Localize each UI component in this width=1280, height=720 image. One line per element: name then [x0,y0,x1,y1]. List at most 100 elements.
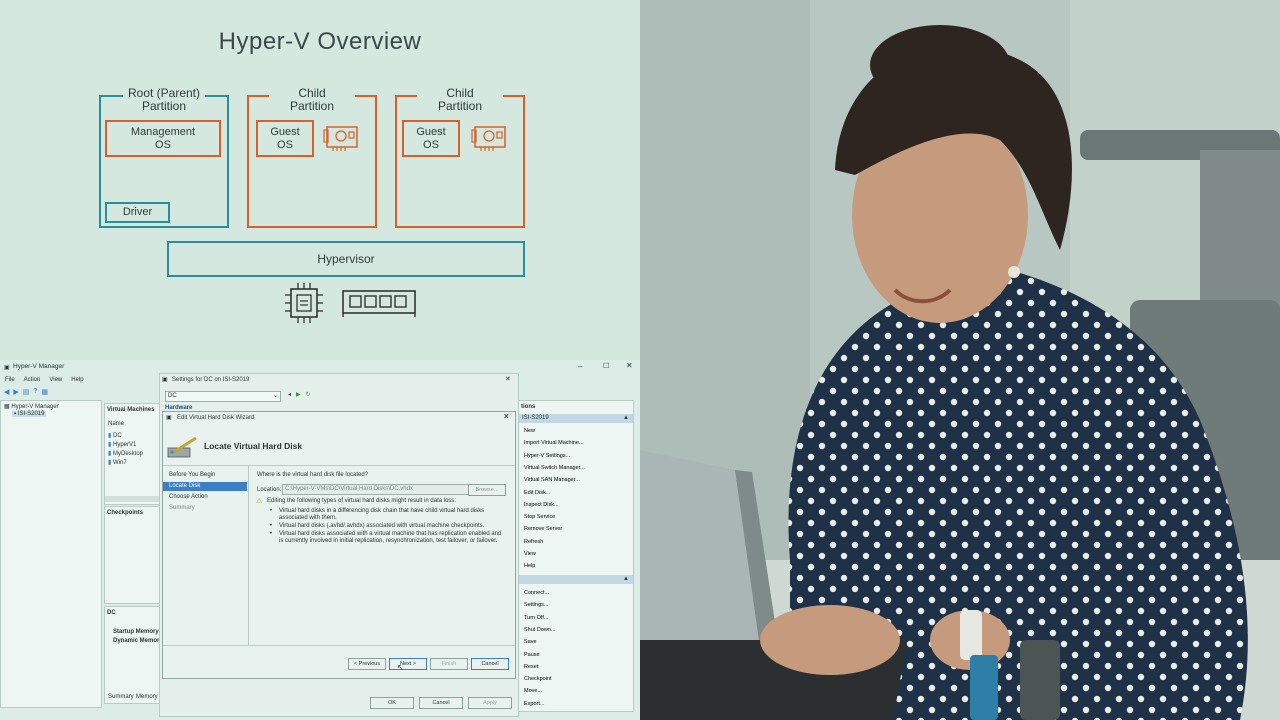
action-item[interactable]: Help [524,563,535,569]
disk-wizard-icon [167,436,197,458]
hv-window-title: Hyper-V Manager [13,363,65,370]
wizard-cancel-button[interactable]: Cancel [471,658,509,670]
vm-action-item[interactable]: Reset [524,664,538,670]
step-locate-disk[interactable]: Locate Disk [163,482,247,491]
details-title: DC [107,610,116,616]
apply-button[interactable]: Apply [468,697,512,709]
menu-action[interactable]: Action [24,377,41,383]
memory-module-icon [342,290,416,317]
menu-help[interactable]: Help [71,377,83,383]
vm-action-item[interactable]: Settings... [524,602,548,608]
collapse-icon[interactable]: ▲ [623,576,629,582]
vm-name: MyDesktop [112,451,143,457]
mouse-cursor-icon: ↖ [397,663,404,672]
vm-name: DC [112,433,122,439]
vm-row[interactable]: ▮ Win7 [108,459,127,466]
toolbar: ◀ ▶ ▤ ? ▦ [4,388,48,396]
help-icon[interactable]: ? [33,388,37,396]
tree-host-label: ISI-S2019 [17,411,45,417]
action-item[interactable]: Inspect Disk... [524,502,559,508]
tab-summary[interactable]: Summary [108,694,134,700]
guest-os-1-line2: OS [277,138,293,151]
vm-action-item[interactable]: Export... [524,701,544,707]
back-icon[interactable]: ◂ [288,391,291,398]
settings-close-button[interactable]: ✕ [505,375,511,383]
previous-button[interactable]: < Previous [348,658,386,670]
vm-details-pane: DC Startup Memory Dynamic Memor Summary … [104,606,162,704]
edit-vhd-wizard: ▣ Edit Virtual Hard Disk Wizard ✕ Locate… [162,411,516,679]
cpu-chip-icon [285,283,323,323]
wizard-app-icon: ▣ [166,415,172,421]
next-button[interactable]: Next > [389,658,427,670]
action-item[interactable]: Hyper-V Settings... [524,453,570,459]
tree-root-item[interactable]: ▦ Hyper-V Manager [4,403,59,410]
show-hide-tree-icon[interactable]: ▤ [23,388,30,396]
vm-action-item[interactable]: Turn Off... [524,615,548,621]
collapse-icon[interactable]: ▲ [623,415,629,421]
vm-select-value: DC [168,393,177,399]
action-item[interactable]: New [524,428,535,434]
bullet-dot: • [270,531,273,537]
minimize-button[interactable]: – [578,362,582,371]
wizard-heading: Locate Virtual Hard Disk [204,441,303,451]
vm-action-item[interactable]: Connect... [524,590,549,596]
step-choose-action[interactable]: Choose Action [169,494,208,500]
nic-card-icon [471,126,506,151]
settings-nav: ◂ ▶ ↻ [288,391,311,398]
step-summary[interactable]: Summary [169,505,195,511]
action-item[interactable]: Import Virtual Machine... [524,440,584,446]
slide-left-panel: Hyper-V Overview Root (Parent) Partition… [0,0,640,720]
vm-action-item[interactable]: Checkpoint [524,676,552,682]
back-icon[interactable]: ◀ [4,388,9,396]
vm-row[interactable]: ▮ HyperV1 [108,441,136,448]
finish-button[interactable]: Finish [430,658,468,670]
wizard-close-button[interactable]: ✕ [503,412,510,421]
vm-row[interactable]: ▮ MyDesktop [108,450,143,457]
forward-icon[interactable]: ▶ [13,388,18,396]
action-item[interactable]: Edit Disk... [524,490,550,496]
guest-os-2-line2: OS [423,138,439,151]
vm-row[interactable]: ▮ DC [108,432,122,439]
play-icon[interactable]: ▶ [296,391,301,398]
step-before-you-begin[interactable]: Before You Begin [169,472,215,478]
vm-col-name[interactable]: Name [108,421,124,427]
driver-label: Driver [122,206,153,218]
dynamic-memory-label: Dynamic Memor [113,638,160,644]
action-item[interactable]: Virtual SAN Manager... [524,477,580,483]
vm-action-item[interactable]: Pause [524,652,540,658]
vm-select[interactable]: DC ⌄ [165,391,281,402]
vm-action-item[interactable]: Move... [524,688,542,694]
presenter-photo-illustration [640,0,1280,720]
menu-view[interactable]: View [49,377,62,383]
menu-file[interactable]: File [5,377,15,383]
warning-bullet-1: Virtual hard disks in a differencing dis… [279,508,485,521]
vm-action-item[interactable]: Save [524,639,537,645]
warning-icon: ⚠ [256,498,263,505]
actions-host-header[interactable]: ISI-S2019 ▲ [519,414,633,423]
location-question: Where is the virtual hard disk file loca… [257,472,369,478]
vm-scrollbar[interactable] [105,496,161,502]
action-item[interactable]: Stop Service [524,514,555,520]
settings-cancel-button[interactable]: Cancel [419,697,463,709]
tree-root-label: Hyper-V Manager [11,404,59,410]
action-item[interactable]: Remove Server [524,526,562,532]
action-item[interactable]: View [524,551,536,557]
refresh-icon[interactable]: ↻ [306,391,311,398]
tree-host-item[interactable]: ▪ ISI-S2019 [12,411,47,417]
guest-os-box-2: Guest OS [402,120,460,157]
action-item[interactable]: Refresh [524,539,543,545]
action-item[interactable]: Virtual Switch Manager... [524,465,585,471]
close-button[interactable]: ✕ [626,361,633,370]
location-input[interactable]: C:\Hyper-V-VMs\DC\Virtual Hard Disks\DC.… [282,484,469,495]
menu-bar: File Action View Help [5,377,84,383]
tab-memory[interactable]: Memory [136,694,158,700]
actions-vm-header[interactable]: ▲ [519,575,633,584]
ok-button[interactable]: OK [370,697,414,709]
browse-button[interactable]: Browse... [468,484,506,496]
maximize-button[interactable]: ☐ [603,362,609,370]
properties-icon[interactable]: ▦ [41,388,48,396]
vm-action-item[interactable]: Shut Down... [524,627,556,633]
hypervisor-box: Hypervisor [167,241,525,277]
actions-host-label: ISI-S2019 [522,415,549,421]
child2-title-line2: Partition [437,99,483,113]
